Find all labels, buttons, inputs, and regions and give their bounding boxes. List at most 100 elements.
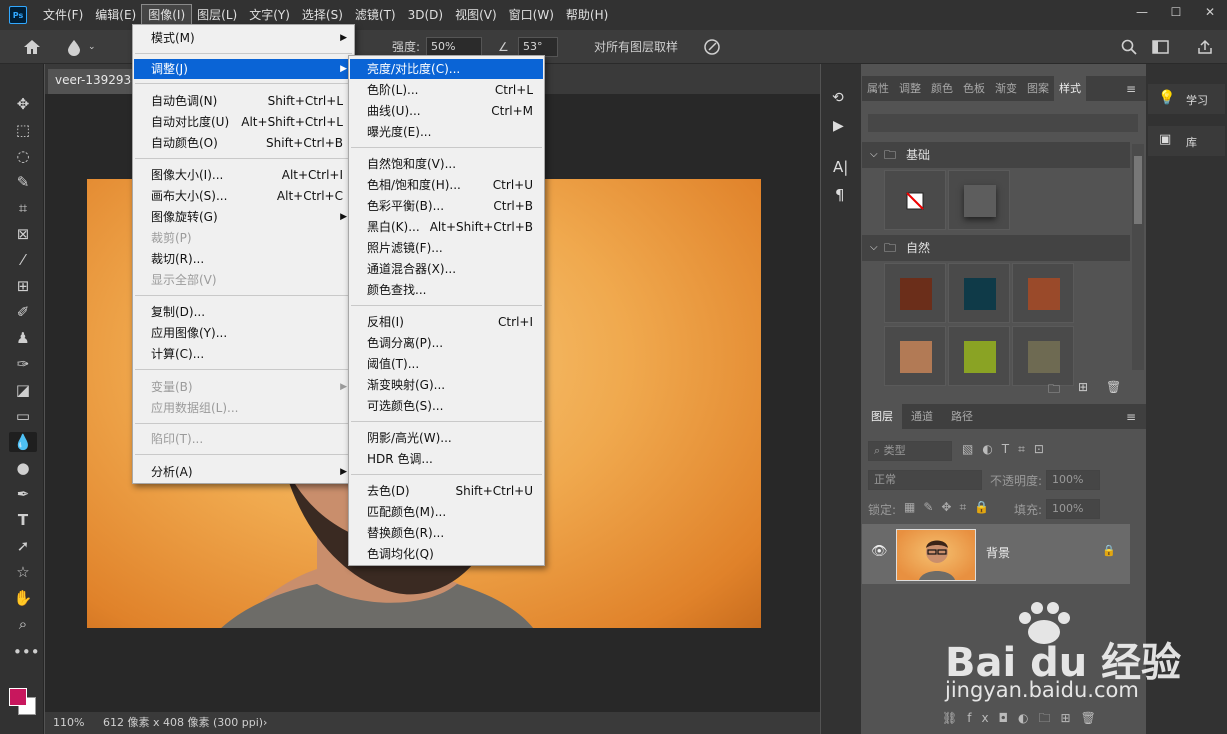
menu-help[interactable]: 帮助(H) bbox=[560, 5, 614, 25]
path-select-tool-icon[interactable]: ➚ bbox=[13, 536, 33, 556]
blur-tool-icon[interactable]: 💧 bbox=[9, 432, 37, 452]
adjust-item-exposure[interactable]: 曝光度(E)... bbox=[350, 122, 543, 142]
menu-type[interactable]: 文字(Y) bbox=[243, 5, 296, 25]
zoom-tool-icon[interactable]: ⌕ bbox=[13, 614, 33, 634]
history-panel-icon[interactable]: ⟲ bbox=[832, 90, 844, 106]
adjust-item-black-white[interactable]: 黑白(K)... Alt+Shift+Ctrl+B bbox=[350, 217, 543, 237]
tab-layers[interactable]: 图层 bbox=[862, 404, 902, 429]
dodge-tool-icon[interactable]: ● bbox=[13, 458, 33, 478]
image-menu-item-trim[interactable]: 裁切(R)... bbox=[134, 249, 353, 269]
opacity-input[interactable]: 100% bbox=[1046, 470, 1100, 490]
style-swatch-shadow[interactable] bbox=[948, 170, 1010, 230]
lock-icons[interactable]: ▦✎✥⌗🔒 bbox=[904, 500, 997, 515]
image-menu-item-adjustments[interactable]: 调整(J) ▶ bbox=[134, 59, 353, 79]
image-menu-item-apply-image[interactable]: 应用图像(Y)... bbox=[134, 323, 353, 343]
close-button[interactable]: ✕ bbox=[1193, 0, 1227, 24]
image-menu-item-calculations[interactable]: 计算(C)... bbox=[134, 344, 353, 364]
new-group-folder-icon[interactable]: 🗀 bbox=[1048, 380, 1060, 401]
move-tool-icon[interactable]: ✥ bbox=[13, 94, 33, 114]
search-icon[interactable] bbox=[1121, 39, 1137, 55]
image-menu-item-auto-contrast[interactable]: 自动对比度(U) Alt+Shift+Ctrl+L bbox=[134, 112, 353, 132]
crop-tool-icon[interactable]: ⌗ bbox=[13, 198, 33, 218]
menu-layer[interactable]: 图层(L) bbox=[191, 5, 243, 25]
adjust-item-levels[interactable]: 色阶(L)... Ctrl+L bbox=[350, 80, 543, 100]
brush-tool-icon[interactable]: ✐ bbox=[13, 302, 33, 322]
quick-select-tool-icon[interactable]: ✎ bbox=[13, 172, 33, 192]
adjust-item-curves[interactable]: 曲线(U)... Ctrl+M bbox=[350, 101, 543, 121]
visibility-eye-icon[interactable]: 👁 bbox=[871, 544, 888, 559]
character-panel-icon[interactable]: A| bbox=[833, 158, 848, 176]
layer-row-background[interactable]: 👁 背景 🔒 bbox=[862, 524, 1130, 584]
group-natural-header[interactable]: ⌵ 🗀 自然 bbox=[862, 235, 1130, 261]
frame-tool-icon[interactable]: ⊠ bbox=[13, 224, 33, 244]
style-swatch-wood[interactable] bbox=[884, 326, 946, 386]
actions-panel-icon[interactable]: ▶ bbox=[833, 118, 844, 134]
menu-3d[interactable]: 3D(D) bbox=[402, 5, 449, 25]
menu-window[interactable]: 窗口(W) bbox=[503, 5, 560, 25]
adjust-item-brightness-contrast[interactable]: 亮度/对比度(C)... bbox=[350, 59, 543, 79]
image-menu-item-rotation[interactable]: 图像旋转(G) ▶ bbox=[134, 207, 353, 227]
image-menu-item-auto-color[interactable]: 自动颜色(O) Shift+Ctrl+B bbox=[134, 133, 353, 153]
tab-patterns[interactable]: 图案 bbox=[1022, 76, 1054, 101]
zoom-level[interactable]: 110% bbox=[53, 712, 84, 734]
blur-drop-icon[interactable] bbox=[66, 38, 82, 56]
tab-color[interactable]: 颜色 bbox=[926, 76, 958, 101]
eyedropper-tool-icon[interactable]: ⁄ bbox=[13, 250, 33, 270]
tab-swatches[interactable]: 色板 bbox=[958, 76, 990, 101]
adjust-item-threshold[interactable]: 阈值(T)... bbox=[350, 354, 543, 374]
maximize-button[interactable]: ☐ bbox=[1159, 0, 1193, 24]
menu-select[interactable]: 选择(S) bbox=[296, 5, 349, 25]
angle-input[interactable]: 53° bbox=[518, 37, 558, 57]
style-swatch-rust[interactable] bbox=[884, 263, 946, 323]
adjust-item-posterize[interactable]: 色调分离(P)... bbox=[350, 333, 543, 353]
tab-gradients[interactable]: 渐变 bbox=[990, 76, 1022, 101]
paragraph-panel-icon[interactable]: ¶ bbox=[835, 186, 845, 204]
blend-mode-select[interactable]: 正常 bbox=[868, 470, 982, 490]
image-menu-item-auto-tone[interactable]: 自动色调(N) Shift+Ctrl+L bbox=[134, 91, 353, 111]
delete-style-icon[interactable]: 🗑 bbox=[1106, 380, 1121, 394]
layer-filter-icons[interactable]: ▧◐T⌗⊡ bbox=[962, 442, 1053, 457]
image-menu-item-canvas-size[interactable]: 画布大小(S)... Alt+Ctrl+C bbox=[134, 186, 353, 206]
style-swatch-none[interactable] bbox=[884, 170, 946, 230]
image-menu-item-duplicate[interactable]: 复制(D)... bbox=[134, 302, 353, 322]
adjust-item-color-balance[interactable]: 色彩平衡(B)... Ctrl+B bbox=[350, 196, 543, 216]
menu-image[interactable]: 图像(I) bbox=[141, 4, 193, 26]
new-style-icon[interactable]: ⊞ bbox=[1078, 380, 1088, 394]
pen-tool-icon[interactable]: ✒ bbox=[13, 484, 33, 504]
layers-footer-icons[interactable]: ⛓fx◘◐🗀⊞🗑 bbox=[942, 709, 1106, 730]
strength-input[interactable]: 50% bbox=[426, 37, 482, 57]
history-brush-tool-icon[interactable]: ✑ bbox=[13, 354, 33, 374]
menu-filter[interactable]: 滤镜(T) bbox=[349, 5, 402, 25]
menu-edit[interactable]: 编辑(E) bbox=[89, 5, 142, 25]
lasso-tool-icon[interactable]: ◌ bbox=[13, 146, 33, 166]
style-swatch-teal[interactable] bbox=[948, 263, 1010, 323]
adjust-item-equalize[interactable]: 色调均化(Q) bbox=[350, 544, 543, 564]
adjust-item-vibrance[interactable]: 自然饱和度(V)... bbox=[350, 154, 543, 174]
adjust-item-gradient-map[interactable]: 渐变映射(G)... bbox=[350, 375, 543, 395]
foreground-color-swatch[interactable] bbox=[9, 688, 27, 706]
image-menu-item-image-size[interactable]: 图像大小(I)... Alt+Ctrl+I bbox=[134, 165, 353, 185]
tab-properties[interactable]: 属性 bbox=[862, 76, 894, 101]
menu-file[interactable]: 文件(F) bbox=[37, 5, 89, 25]
adjust-item-hue-saturation[interactable]: 色相/饱和度(H)... Ctrl+U bbox=[350, 175, 543, 195]
stamp-tool-icon[interactable]: ♟ bbox=[13, 328, 33, 348]
layer-filter-select[interactable]: ⌕ 类型 bbox=[868, 441, 952, 461]
healing-tool-icon[interactable]: ⊞ bbox=[13, 276, 33, 296]
adjust-item-channel-mixer[interactable]: 通道混合器(X)... bbox=[350, 259, 543, 279]
menu-view[interactable]: 视图(V) bbox=[449, 5, 503, 25]
marquee-tool-icon[interactable]: ⬚ bbox=[13, 120, 33, 140]
styles-search-input[interactable] bbox=[868, 114, 1138, 132]
style-swatch-stone[interactable] bbox=[1012, 326, 1074, 386]
adjust-item-color-lookup[interactable]: 颜色查找... bbox=[350, 280, 543, 300]
layer-name[interactable]: 背景 bbox=[986, 544, 1010, 561]
eraser-tool-icon[interactable]: ◪ bbox=[13, 380, 33, 400]
styles-scrollbar[interactable] bbox=[1132, 144, 1144, 370]
type-tool-icon[interactable]: T bbox=[13, 510, 33, 530]
group-basic-header[interactable]: ⌵ 🗀 基础 bbox=[862, 142, 1130, 168]
shape-tool-icon[interactable]: ☆ bbox=[13, 562, 33, 582]
panel-menu-icon[interactable]: ≡ bbox=[1126, 82, 1136, 96]
fill-input[interactable]: 100% bbox=[1046, 499, 1100, 519]
adjust-item-match-color[interactable]: 匹配颜色(M)... bbox=[350, 502, 543, 522]
share-icon[interactable] bbox=[1196, 39, 1214, 55]
tool-preset-chevron-icon[interactable]: ⌄ bbox=[88, 38, 96, 56]
